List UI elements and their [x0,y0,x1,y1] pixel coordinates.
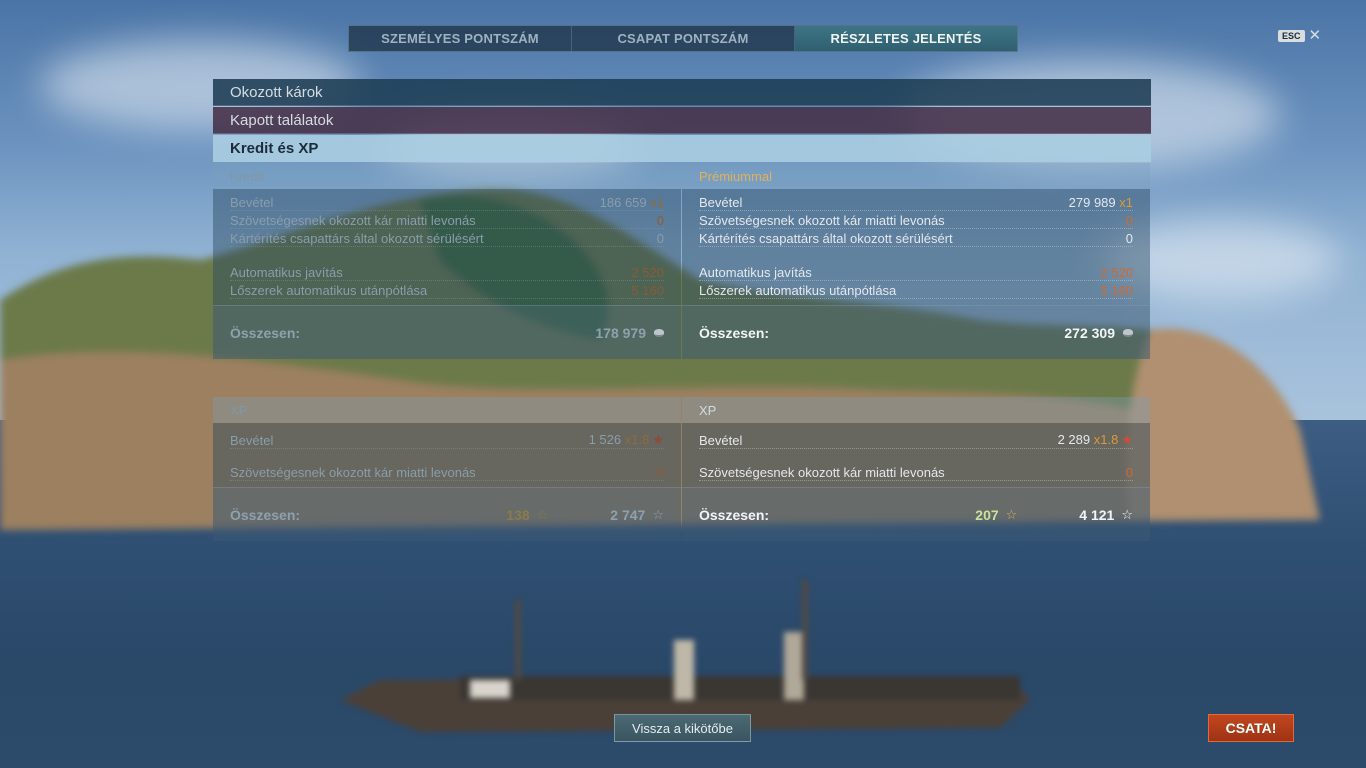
row-label: Bevétel [230,433,274,448]
row-value: 279 989 x1 [1068,195,1133,210]
free-xp-value: 207 ☆ [975,506,1018,523]
premium-star-icon: ★ [1121,432,1133,447]
credit-panel-standard: Kredit Bevétel 186 659 x1 Szövetségesnek… [213,163,681,359]
close-icon: ✕ [1308,27,1322,44]
credits-icon [654,328,664,337]
row-value: 2 289 x1.8 ★ [1057,432,1133,447]
close-button[interactable]: ESC ✕ [1278,27,1322,44]
row-label: Szövetségesnek okozott kár miatti levoná… [230,465,476,480]
row-label: Kártérítés csapattárs által okozott sérü… [699,231,953,246]
free-xp-value: 138 ☆ [506,506,549,523]
total-label: Összesen: [699,324,770,341]
row-value: 1 526 x1.8 ★ [588,432,664,447]
row-label: Automatikus javítás [230,265,343,280]
repair-row: Automatikus javítás 2 520 [699,263,1133,281]
row-value: 0 [656,213,664,228]
compensation-row: Kártérítés csapattárs által okozott sérü… [699,229,1133,247]
row-label: Szövetségesnek okozott kár miatti levoná… [699,465,945,480]
panel-header: XP [213,397,681,423]
premium-star-icon: ★ [652,432,664,447]
row-value: 0 [1125,231,1133,246]
total-value: 272 309 [1064,325,1133,341]
report-tabs: SZEMÉLYES PONTSZÁM CSAPAT PONTSZÁM RÉSZL… [348,25,1018,52]
ally-damage-row: Szövetségesnek okozott kár miatti levoná… [230,463,664,481]
row-value: 5 160 [1100,283,1133,298]
xp-panel-standard: XP Bevétel 1 526 x1.8 ★ Szövetségesnek ok… [213,397,681,541]
total-row: Összesen: 207 ☆ 4 121 ☆ [682,487,1150,541]
row-value: 2 520 [631,265,664,280]
row-label: Szövetségesnek okozott kár miatti levoná… [699,213,945,228]
row-value: 0 [656,465,664,480]
row-label: Bevétel [699,433,743,448]
panel-body: Bevétel 186 659 x1 Szövetségesnek okozot… [213,189,681,305]
total-value: 178 979 [595,325,664,341]
panel-body: Bevétel 279 989 x1 Szövetségesnek okozot… [682,189,1150,305]
row-value: 2 520 [1100,265,1133,280]
ally-damage-row: Szövetségesnek okozott kár miatti levoná… [699,211,1133,229]
tab-team-score[interactable]: CSAPAT PONTSZÁM [572,26,795,51]
section-credits-xp[interactable]: Kredit és XP [213,135,1151,162]
tab-detailed-report[interactable]: RÉSZLETES JELENTÉS [795,26,1017,51]
total-row: Összesen: 138 ☆ 2 747 ☆ [213,487,681,541]
panel-header: Prémiummal [682,163,1150,189]
ally-damage-row: Szövetségesnek okozott kár miatti levoná… [699,463,1133,481]
tab-personal-score[interactable]: SZEMÉLYES PONTSZÁM [349,26,572,51]
row-value: 0 [656,231,664,246]
total-row: Összesen: 272 309 [682,305,1150,359]
income-row: Bevétel 2 289 x1.8 ★ [699,427,1133,449]
credits-icon [1123,328,1133,337]
total-row: Összesen: 178 979 [213,305,681,359]
row-value: 186 659 x1 [599,195,664,210]
battle-button[interactable]: CSATA! [1208,714,1294,742]
xp-total-value: 4 121 ☆ [1079,506,1133,523]
panel-body: Bevétel 2 289 x1.8 ★ Szövetségesnek okozo… [682,423,1150,487]
ammo-row: Lőszerek automatikus utánpótlása 5 160 [699,281,1133,299]
back-to-port-button[interactable]: Vissza a kikötőbe [614,714,751,742]
compensation-row: Kártérítés csapattárs által okozott sérü… [230,229,664,247]
total-label: Összesen: [699,506,770,523]
row-label: Bevétel [230,195,274,210]
xp-star-icon: ☆ [652,506,664,522]
row-label: Lőszerek automatikus utánpótlása [230,283,428,298]
panel-header: XP [682,397,1150,423]
ammo-row: Lőszerek automatikus utánpótlása 5 160 [230,281,664,299]
free-xp-star-icon: ☆ [536,506,549,522]
income-row: Bevétel 186 659 x1 [230,193,664,211]
row-label: Szövetségesnek okozott kár miatti levoná… [230,213,476,228]
total-label: Összesen: [230,324,301,341]
section-hits-received[interactable]: Kapott találatok [213,107,1151,134]
panel-body: Bevétel 1 526 x1.8 ★ Szövetségesnek okozo… [213,423,681,487]
income-row: Bevétel 279 989 x1 [699,193,1133,211]
row-value: 0 [1125,213,1133,228]
row-value: 5 160 [631,283,664,298]
ally-damage-row: Szövetségesnek okozott kár miatti levoná… [230,211,664,229]
credit-panel-premium: Prémiummal Bevétel 279 989 x1 Szövetsége… [682,163,1150,359]
income-row: Bevétel 1 526 x1.8 ★ [230,427,664,449]
panel-header: Kredit [213,163,681,189]
xp-star-icon: ☆ [1121,506,1133,522]
free-xp-star-icon: ☆ [1005,506,1018,522]
total-label: Összesen: [230,506,301,523]
xp-total-value: 2 747 ☆ [610,506,664,523]
xp-panel-premium: XP Bevétel 2 289 x1.8 ★ Szövetségesnek ok… [682,397,1150,541]
row-value: 0 [1125,465,1133,480]
row-label: Kártérítés csapattárs által okozott sérü… [230,231,484,246]
row-label: Bevétel [699,195,743,210]
esc-key-label: ESC [1278,30,1305,42]
row-label: Automatikus javítás [699,265,812,280]
row-label: Lőszerek automatikus utánpótlása [699,283,897,298]
section-damage-dealt[interactable]: Okozott károk [213,79,1151,106]
repair-row: Automatikus javítás 2 520 [230,263,664,281]
